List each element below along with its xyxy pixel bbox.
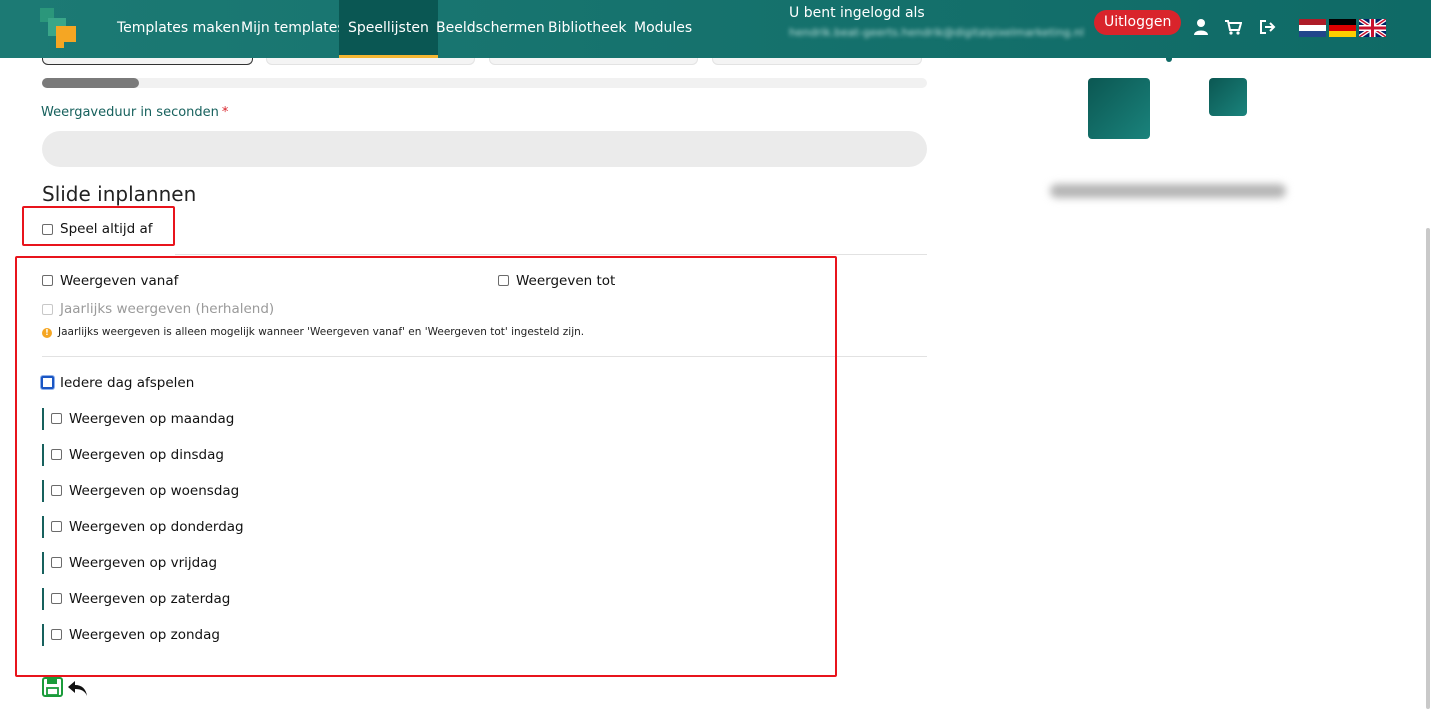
show-from-label[interactable]: Weergeven vanaf [60,273,178,289]
show-from-checkbox[interactable] [42,275,53,286]
info-icon: ! [42,328,52,338]
nav-modules[interactable]: Modules [625,0,701,58]
wednesday-label[interactable]: Weergeven op woensdag [69,483,239,499]
card[interactable] [489,58,698,65]
required-asterisk: * [221,105,229,120]
day-indent-bar [42,480,44,502]
decor-dot [1166,58,1172,62]
brand-logo[interactable] [36,6,80,50]
card[interactable] [712,58,922,65]
tuesday-label[interactable]: Weergeven op dinsdag [69,447,224,463]
day-indent-bar [42,444,44,466]
monday-label[interactable]: Weergeven op maandag [69,411,234,427]
day-indent-bar [42,408,44,430]
wednesday-checkbox[interactable] [51,485,62,496]
sunday-label[interactable]: Weergeven op zondag [69,627,220,643]
flag-uk-icon[interactable] [1359,19,1386,37]
yearly-label: Jaarlijks weergeven (herhalend) [60,301,275,317]
section-title-slide-inplannen: Slide inplannen [42,182,197,206]
nav-mijn-templates[interactable]: Mijn templates [232,0,354,58]
nav-templates-maken[interactable]: Templates maken [108,0,249,58]
horizontal-scrollbar-track[interactable] [42,78,927,88]
day-indent-bar [42,588,44,610]
horizontal-scrollbar-thumb[interactable] [42,78,139,88]
duration-label-text: Weergaveduur in seconden [41,105,219,120]
day-indent-bar [42,516,44,538]
preview-thumbnail-small[interactable] [1209,78,1247,116]
thursday-label[interactable]: Weergeven op donderdag [69,519,244,535]
top-navigation-bar: Templates maken Mijn templates Speellijs… [0,0,1431,58]
preview-thumbnail-large[interactable] [1088,78,1150,139]
divider [175,254,927,255]
save-icon[interactable] [42,677,63,697]
always-play-checkbox[interactable] [42,224,53,235]
always-play-label[interactable]: Speel altijd af [60,221,153,237]
saturday-checkbox[interactable] [51,593,62,604]
divider [42,356,927,357]
yearly-checkbox [42,304,53,315]
yearly-info-text: Jaarlijks weergeven is alleen mogelijk w… [58,326,585,338]
cart-icon[interactable] [1224,18,1242,36]
thursday-checkbox[interactable] [51,521,62,532]
blurred-preview-caption [1050,184,1286,198]
duration-input[interactable] [42,131,927,167]
highlight-box-schedule-options [15,256,837,677]
show-until-checkbox[interactable] [498,275,509,286]
show-until-label[interactable]: Weergeven tot [516,273,615,289]
day-indent-bar [42,624,44,646]
day-indent-bar [42,552,44,574]
every-day-label[interactable]: Iedere dag afspelen [60,375,194,391]
nav-speellijsten[interactable]: Speellijsten [339,0,438,58]
monday-checkbox[interactable] [51,413,62,424]
login-status-label: U bent ingelogd als [789,5,925,21]
back-arrow-icon[interactable] [66,679,89,697]
login-email: hendrik.beat-geerts.hendrik@digitalpixel… [789,26,1084,39]
every-day-checkbox[interactable] [41,376,54,389]
logout-button[interactable]: Uitloggen [1094,10,1182,35]
sunday-checkbox[interactable] [51,629,62,640]
nav-beeldschermen[interactable]: Beeldschermen [427,0,554,58]
card-selected[interactable] [42,58,253,65]
flag-nl-icon[interactable] [1299,19,1326,37]
nav-bibliotheek[interactable]: Bibliotheek [539,0,635,58]
saturday-label[interactable]: Weergeven op zaterdag [69,591,230,607]
card[interactable] [266,58,475,65]
flag-de-icon[interactable] [1329,19,1356,37]
tuesday-checkbox[interactable] [51,449,62,460]
duration-label: Weergaveduur in seconden * [41,105,228,120]
sign-out-icon[interactable] [1258,18,1276,36]
vertical-scrollbar[interactable] [1426,228,1430,709]
user-icon[interactable] [1192,18,1210,36]
friday-checkbox[interactable] [51,557,62,568]
friday-label[interactable]: Weergeven op vrijdag [69,555,217,571]
